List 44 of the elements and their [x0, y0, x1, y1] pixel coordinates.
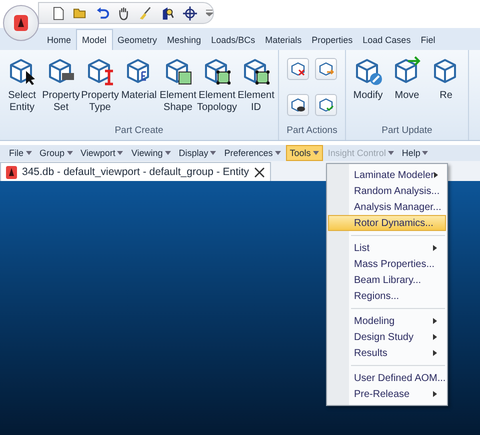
ribbon-button[interactable]: Material [121, 56, 157, 125]
group-title: Part Update [382, 125, 432, 138]
ribbon-button[interactable]: Element ID [238, 56, 274, 125]
ribbon-button[interactable]: Modify [350, 56, 386, 125]
menu-entry[interactable]: User Defined AOM... [328, 370, 446, 386]
ribbon-tab[interactable]: Load Cases [358, 30, 416, 50]
menu-entry[interactable]: Results [328, 345, 446, 361]
ribbon-tab[interactable]: Fiel [416, 30, 440, 50]
ribbon-tab[interactable]: Model [76, 29, 113, 50]
menu-entry[interactable]: Modeling [328, 313, 446, 329]
ribbon-button[interactable]: Re [428, 56, 464, 125]
menu-entry[interactable]: Mass Properties... [328, 256, 446, 272]
ribbon-tab[interactable]: Loads/BCs [206, 30, 260, 50]
ribbon-button[interactable]: Property Set [43, 56, 79, 125]
menu-item[interactable]: Group [36, 146, 76, 160]
menu-item[interactable]: Tools [286, 145, 323, 161]
ribbon-button[interactable]: Property Type [82, 56, 118, 125]
group-title: Part Actions [286, 125, 338, 138]
ribbon-button[interactable]: Element Topology [199, 56, 235, 125]
menu-item[interactable]: Viewport [78, 146, 126, 160]
menu-entry[interactable]: Design Study [328, 329, 446, 345]
menu-item[interactable]: Display [176, 146, 220, 160]
menu-entry[interactable]: Regions... [328, 288, 446, 304]
menu-entry[interactable]: Beam Library... [328, 272, 446, 288]
menu-item[interactable]: Help [398, 146, 432, 160]
ribbon-tab[interactable]: Home [42, 30, 76, 50]
menu-entry[interactable]: Rotor Dynamics... [328, 215, 446, 231]
menu-entry[interactable]: Laminate Modeler [328, 167, 446, 183]
ribbon-button[interactable]: Select Entity [4, 56, 40, 125]
menu-entry[interactable]: Pre-Release [328, 386, 446, 402]
menu-entry[interactable]: Random Analysis... [328, 183, 446, 199]
menu-item[interactable]: File [6, 146, 35, 160]
menu-entry[interactable]: List [328, 240, 446, 256]
ribbon-tab[interactable]: Meshing [162, 30, 206, 50]
ribbon-button[interactable]: Move [389, 56, 425, 125]
group-title: Part Create [114, 125, 164, 138]
ribbon-tab[interactable]: Properties [306, 30, 358, 50]
ribbon-tab[interactable]: Geometry [112, 30, 162, 50]
ribbon-button[interactable]: Element Shape [160, 56, 196, 125]
ribbon-tab[interactable]: Materials [260, 30, 307, 50]
document-tab[interactable]: 345.db - default_viewport - default_group - Entity [0, 162, 272, 181]
menu-item[interactable]: Viewing [128, 146, 174, 160]
menu-entry[interactable]: Analysis Manager... [328, 199, 446, 215]
menu-item[interactable]: Preferences [221, 146, 284, 160]
